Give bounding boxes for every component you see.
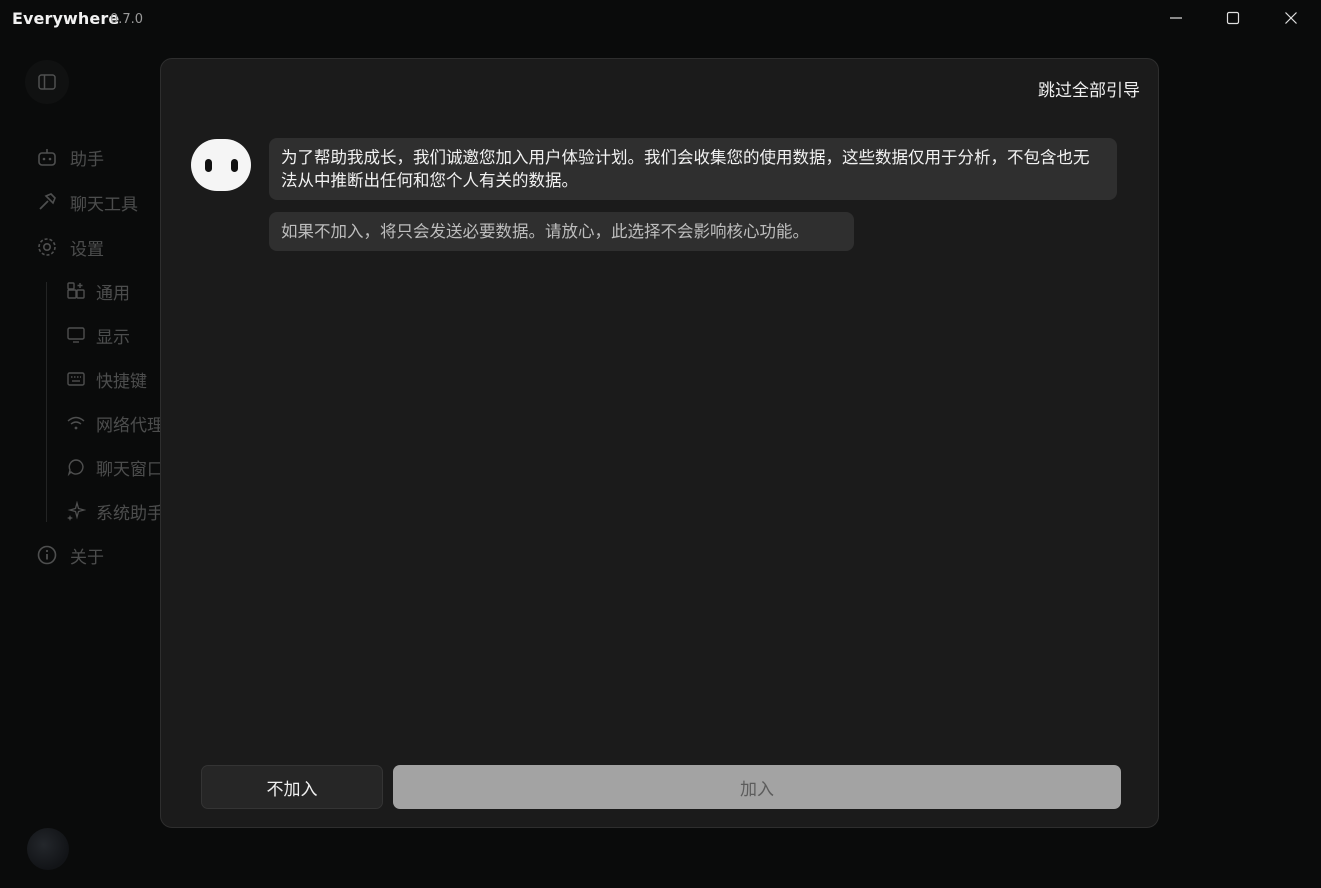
sidebar-subitem-system-assistant[interactable]: 系统助手 <box>66 499 164 524</box>
sidebar-item-chat-tools[interactable]: 聊天工具 <box>36 190 138 215</box>
assistant-right-eye <box>231 159 238 172</box>
assistant-message-primary: 为了帮助我成长，我们诚邀您加入用户体验计划。我们会收集您的使用数据，这些数据仅用… <box>269 138 1117 200</box>
keyboard-icon <box>67 372 85 386</box>
maximize-button[interactable] <box>1210 0 1256 36</box>
sidebar-subitem-chat-window[interactable]: 聊天窗口 <box>66 455 164 480</box>
sidebar-subitem-label: 系统助手 <box>96 503 164 524</box>
sidebar-subitem-label: 聊天窗口 <box>96 459 164 480</box>
sidebar-subitem-label: 快捷键 <box>96 371 147 392</box>
onboarding-dialog: 跳过全部引导 为了帮助我成长，我们诚邀您加入用户体验计划。我们会收集您的使用数据… <box>160 58 1159 828</box>
info-icon <box>37 545 57 565</box>
sidebar-subitem-label: 网络代理 <box>96 415 164 436</box>
minimize-icon <box>1170 17 1182 19</box>
robot-icon <box>38 149 56 166</box>
close-icon <box>1285 12 1297 24</box>
assistant-left-eye <box>205 159 212 172</box>
sidebar-item-settings[interactable]: 设置 <box>36 235 104 260</box>
app-version: 0.7.0 <box>110 12 144 27</box>
sidebar-item-assistant[interactable]: 助手 <box>36 145 104 170</box>
sidebar-item-label: 助手 <box>70 149 104 170</box>
grid-plus-icon <box>67 282 85 299</box>
chat-bubble-icon <box>67 459 84 477</box>
sidebar-subitem-label: 显示 <box>96 327 130 348</box>
join-button[interactable]: 加入 <box>393 765 1121 809</box>
title-bar: Everywhere 0.7.0 <box>0 0 1321 38</box>
wifi-icon <box>67 416 85 430</box>
sidebar-subitem-display[interactable]: 显示 <box>66 323 130 348</box>
sidebar-item-label: 设置 <box>70 239 104 260</box>
assistant-avatar-icon <box>191 139 251 191</box>
hammer-icon <box>39 193 56 210</box>
app-title: Everywhere <box>12 9 120 28</box>
sidebar-item-about[interactable]: 关于 <box>36 543 104 568</box>
sidebar-toggle-button[interactable] <box>25 60 69 104</box>
monitor-icon <box>67 327 85 343</box>
sidebar-panel-icon <box>38 74 56 90</box>
sidebar-subitem-shortcuts[interactable]: 快捷键 <box>66 367 147 392</box>
sidebar-subitem-proxy[interactable]: 网络代理 <box>66 411 164 436</box>
sidebar-subitem-label: 通用 <box>96 283 130 304</box>
maximize-icon <box>1226 11 1240 25</box>
assistant-message-secondary: 如果不加入，将只会发送必要数据。请放心，此选择不会影响核心功能。 <box>269 212 854 251</box>
user-avatar[interactable] <box>27 828 69 870</box>
sparkle-icon <box>67 501 86 521</box>
sidebar-item-label: 聊天工具 <box>70 194 138 215</box>
settings-tree-line <box>46 282 47 522</box>
gear-icon <box>38 238 56 256</box>
decline-button[interactable]: 不加入 <box>201 765 383 809</box>
close-button[interactable] <box>1268 0 1314 36</box>
skip-all-guide-button[interactable]: 跳过全部引导 <box>1038 76 1140 101</box>
sidebar: 助手 聊天工具 设置 通用 显示 快捷键 网络代理 聊天窗口 系统助手 关于 <box>0 38 164 888</box>
minimize-button[interactable] <box>1153 0 1199 36</box>
sidebar-subitem-general[interactable]: 通用 <box>66 279 130 304</box>
sidebar-item-label: 关于 <box>70 547 104 568</box>
